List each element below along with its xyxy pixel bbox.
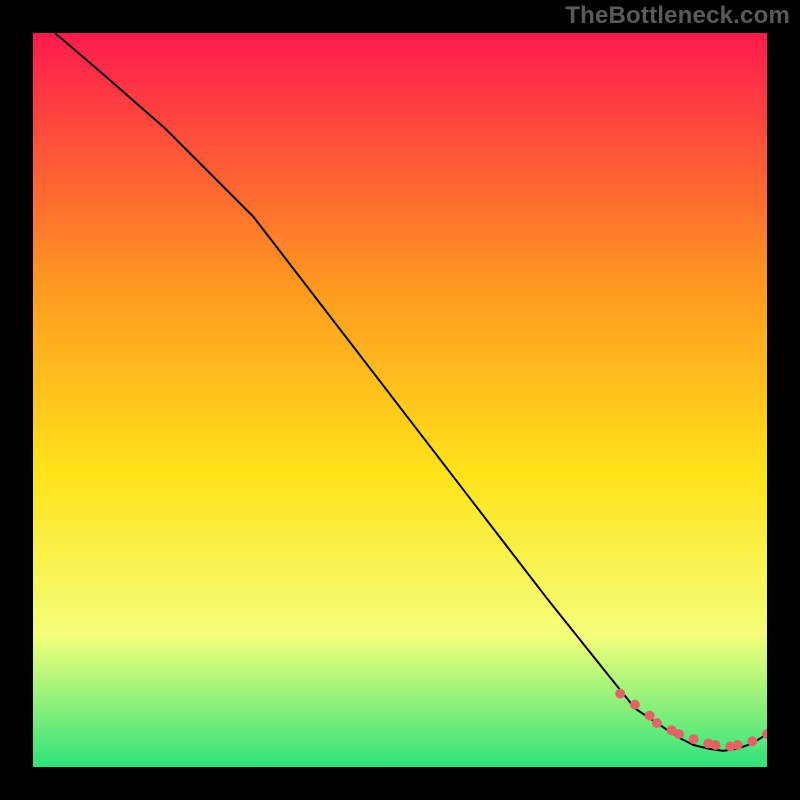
marker-dot	[652, 718, 662, 728]
plot-area	[33, 33, 767, 767]
marker-dot	[674, 729, 684, 739]
watermark-label: TheBottleneck.com	[565, 2, 790, 30]
marker-dot	[689, 734, 699, 744]
marker-dot	[645, 711, 655, 721]
plot-svg	[33, 33, 767, 767]
marker-dot	[711, 740, 721, 750]
gradient-background	[33, 33, 767, 767]
marker-dot	[615, 689, 625, 699]
marker-dot	[747, 736, 757, 746]
marker-dot	[733, 740, 743, 750]
marker-dot	[630, 700, 640, 710]
chart-frame: TheBottleneck.com	[0, 0, 800, 800]
